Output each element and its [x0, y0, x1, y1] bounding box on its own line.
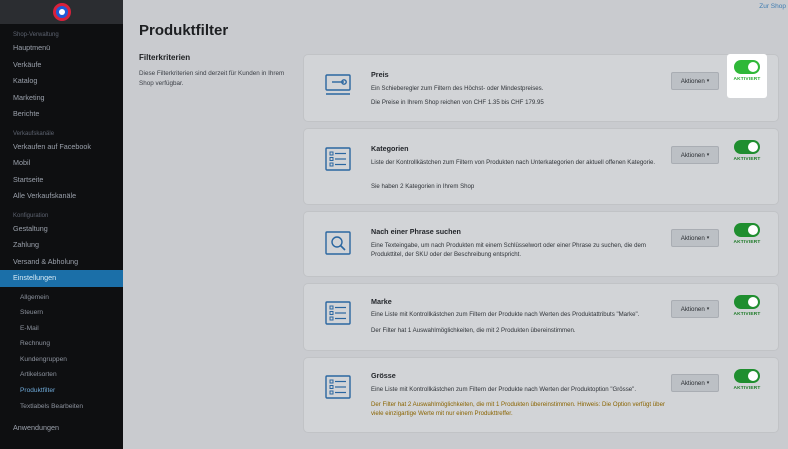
chevron-down-icon: ▾ [706, 306, 710, 312]
sidebar-section-title: Verkaufskanäle [13, 130, 55, 137]
checklist-icon [325, 147, 351, 171]
filter-warning: Der Filter hat 2 Auswahlmöglichkeiten, d… [371, 401, 665, 418]
sidebar-section-title: Shop-Verwaltung [13, 32, 59, 38]
toggle-label: AKTIVIERT [733, 240, 761, 245]
sidebar-subitem-rechnung[interactable]: Rechnung [0, 336, 123, 352]
filter-card-preis: Preis Ein Schieberegler zum Filtern des … [304, 54, 778, 121]
filter-description: Eine Texteingabe, um nach Produkten mit … [371, 242, 646, 259]
filter-card-phrase: Nach einer Phrase suchen Eine Texteingab… [304, 212, 778, 276]
sidebar-item-versand[interactable]: Versand & Abholung [0, 254, 123, 271]
section-description: Diese Filterkriterien sind derzeit für K… [139, 70, 285, 87]
filter-info: Die Preise in Ihrem Shop reichen von CHF… [371, 99, 544, 106]
sidebar-item-gestaltung[interactable]: Gestaltung [0, 221, 123, 238]
main-content: Zur Shop Produktfilter Filterkriterien D… [123, 0, 788, 449]
actions-label: Aktionen [680, 305, 705, 313]
active-toggle[interactable] [734, 223, 760, 237]
sidebar-item-zahlung[interactable]: Zahlung [0, 237, 123, 254]
sidebar-item-einstellungen[interactable]: Einstellungen [0, 270, 123, 287]
active-toggle[interactable] [734, 369, 760, 383]
actions-button[interactable]: Aktionen ▾ [671, 72, 719, 90]
toggle-label: AKTIVIERT [733, 312, 761, 317]
filter-card-groesse: Grösse Eine Liste mit Kontrollkästchen z… [304, 358, 778, 432]
active-toggle[interactable] [734, 140, 760, 154]
logo-bar [0, 0, 123, 24]
sidebar: Shop-Verwaltung Hauptmenü Verkäufe Katal… [0, 0, 123, 449]
filter-title: Grösse [371, 371, 396, 380]
toggle-container: AKTIVIERT [727, 134, 767, 174]
search-icon [325, 231, 351, 255]
active-toggle[interactable] [734, 295, 760, 309]
sidebar-subitem-kundengruppen[interactable]: Kundengruppen [0, 352, 123, 368]
filter-title: Preis [371, 70, 389, 79]
sidebar-item-startseite[interactable]: Startseite [0, 172, 123, 189]
actions-button[interactable]: Aktionen ▾ [671, 300, 719, 318]
page-title: Produktfilter [139, 22, 229, 39]
section-title: Filterkriterien [139, 53, 191, 62]
checklist-icon [325, 375, 351, 399]
toggle-label: AKTIVIERT [733, 386, 761, 391]
toggle-container: AKTIVIERT [727, 217, 767, 257]
sidebar-subitem-allgemein[interactable]: Allgemein [0, 290, 123, 306]
sidebar-item-katalog[interactable]: Katalog [0, 73, 123, 90]
filter-title: Kategorien [371, 144, 409, 153]
chevron-down-icon: ▾ [706, 380, 710, 386]
active-toggle[interactable] [734, 60, 760, 74]
toggle-container: AKTIVIERT [727, 54, 767, 98]
sidebar-subitem-steuern[interactable]: Steuern [0, 305, 123, 321]
toggle-container: AKTIVIERT [727, 289, 767, 329]
sidebar-item-alle-kanaele[interactable]: Alle Verkaufskanäle [0, 188, 123, 205]
price-slider-icon [325, 74, 351, 95]
toggle-container: AKTIVIERT [727, 363, 767, 403]
filter-card-kategorien: Kategorien Liste der Kontrollkästchen zu… [304, 129, 778, 204]
sidebar-item-marketing[interactable]: Marketing [0, 90, 123, 107]
actions-label: Aktionen [680, 379, 705, 387]
actions-button[interactable]: Aktionen ▾ [671, 229, 719, 247]
actions-button[interactable]: Aktionen ▾ [671, 374, 719, 392]
chevron-down-icon: ▾ [706, 152, 710, 158]
actions-label: Aktionen [680, 234, 705, 242]
shop-link[interactable]: Zur Shop [759, 3, 786, 10]
filter-description: Ein Schieberegler zum Filtern des Höchst… [371, 85, 544, 92]
sidebar-item-hauptmenue[interactable]: Hauptmenü [0, 40, 123, 57]
filter-info: Der Filter hat 1 Auswahlmöglichkeiten, d… [371, 327, 576, 334]
filter-info: Sie haben 2 Kategorien in Ihrem Shop [371, 183, 475, 190]
filter-description: Eine Liste mit Kontrollkästchen zum Filt… [371, 311, 640, 318]
sidebar-item-anwendungen[interactable]: Anwendungen [0, 420, 123, 437]
chevron-down-icon: ▾ [706, 78, 710, 84]
chevron-down-icon: ▾ [706, 235, 710, 241]
sidebar-subitem-email[interactable]: E-Mail [0, 321, 123, 337]
sidebar-subitem-textlabels[interactable]: Textlabels Bearbeiten [0, 399, 123, 415]
toggle-label: AKTIVIERT [733, 157, 761, 162]
filter-card-marke: Marke Eine Liste mit Kontrollkästchen zu… [304, 284, 778, 350]
actions-button[interactable]: Aktionen ▾ [671, 146, 719, 164]
sidebar-item-verkaeufe[interactable]: Verkäufe [0, 57, 123, 74]
sidebar-section-title: Konfiguration [13, 212, 49, 219]
sidebar-subitem-artikelsorten[interactable]: Artikelsorten [0, 367, 123, 383]
actions-label: Aktionen [680, 151, 705, 159]
actions-label: Aktionen [680, 77, 705, 85]
checklist-icon [325, 301, 351, 325]
sidebar-item-berichte[interactable]: Berichte [0, 106, 123, 123]
sidebar-subitem-produktfilter[interactable]: Produktfilter [0, 383, 123, 399]
filter-description: Liste der Kontrollkästchen zum Filtern v… [371, 159, 656, 166]
sidebar-item-facebook[interactable]: Verkaufen auf Facebook [0, 139, 123, 156]
filter-title: Marke [371, 297, 392, 306]
logo[interactable] [52, 3, 71, 21]
filter-title: Nach einer Phrase suchen [371, 227, 461, 236]
filter-description: Eine Liste mit Kontrollkästchen zum Filt… [371, 386, 637, 393]
sidebar-item-mobil[interactable]: Mobil [0, 155, 123, 172]
toggle-label: AKTIVIERT [733, 77, 761, 82]
